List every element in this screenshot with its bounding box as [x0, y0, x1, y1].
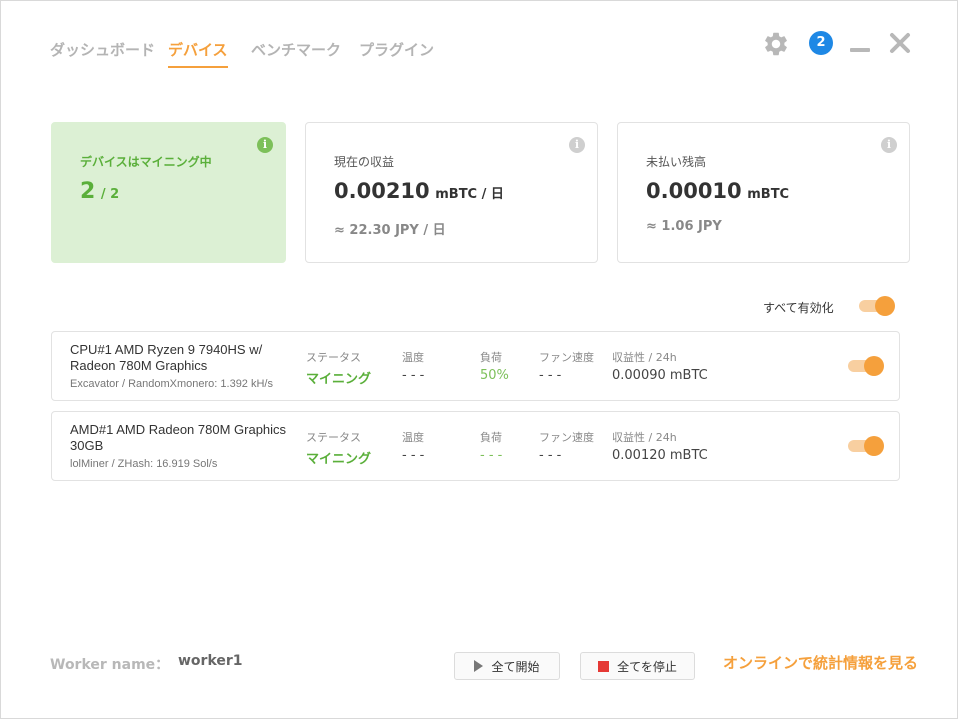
current-profit-value: 0.00210 mBTC / 日 — [334, 179, 504, 203]
unpaid-balance-card: i 未払い残高 0.00010 mBTC ≈ 1.06 JPY — [617, 122, 910, 263]
notification-badge[interactable]: 2 — [809, 31, 833, 55]
fan-header: ファン速度 — [539, 431, 594, 444]
tab-devices[interactable]: デバイス — [168, 39, 228, 68]
load-value: 50% — [480, 368, 509, 383]
device-name: AMD#1 AMD Radeon 780M Graphics 30GB — [70, 422, 287, 453]
unpaid-balance-fiat: ≈ 1.06 JPY — [646, 219, 722, 234]
profit-unit: mBTC / 日 — [435, 187, 504, 202]
temp-value: - - - — [402, 368, 425, 383]
current-profit-card: i 現在の収益 0.00210 mBTC / 日 ≈ 22.30 JPY / 日 — [305, 122, 598, 263]
status-value: マイニング — [306, 452, 372, 467]
online-stats-link[interactable]: オンラインで統計情報を見る — [723, 652, 918, 673]
tab-plugins[interactable]: プラグイン — [359, 39, 434, 66]
device-algorithm: lolMiner / ZHash: 16.919 Sol/s — [70, 458, 218, 470]
start-all-label: 全て開始 — [491, 659, 540, 674]
device-row: CPU#1 AMD Ryzen 9 7940HS w/ Radeon 780M … — [51, 331, 900, 401]
profit-header: 収益性 / 24h — [612, 431, 677, 444]
info-icon[interactable]: i — [881, 137, 897, 153]
unpaid-unit: mBTC — [747, 187, 790, 202]
mining-devices-count: 2 / 2 — [80, 179, 119, 204]
temp-header: 温度 — [402, 351, 424, 364]
play-icon — [474, 660, 484, 672]
temp-header: 温度 — [402, 431, 424, 444]
enable-all-label: すべて有効化 — [763, 301, 834, 315]
unpaid-number: 0.00010 — [646, 179, 742, 203]
info-icon[interactable]: i — [569, 137, 585, 153]
device-enable-toggle[interactable] — [848, 356, 884, 376]
mining-count-total: / 2 — [100, 187, 120, 202]
minimize-icon[interactable] — [849, 37, 871, 59]
temp-value: - - - — [402, 448, 425, 463]
profit-value: 0.00120 mBTC — [612, 448, 708, 463]
status-header: ステータス — [306, 351, 361, 364]
worker-name-value[interactable]: worker1 — [178, 653, 243, 669]
stop-all-label: 全てを停止 — [617, 659, 677, 674]
device-row: AMD#1 AMD Radeon 780M Graphics 30GB lolM… — [51, 411, 900, 481]
unpaid-balance-value: 0.00010 mBTC — [646, 179, 789, 203]
profit-value: 0.00090 mBTC — [612, 368, 708, 383]
device-name: CPU#1 AMD Ryzen 9 7940HS w/ Radeon 780M … — [70, 342, 263, 373]
stop-all-button[interactable]: 全てを停止 — [580, 652, 695, 680]
load-header: 負荷 — [480, 431, 502, 444]
app-window: ダッシュボード デバイス ベンチマーク プラグイン 2 i デバイスはマイニング… — [0, 0, 958, 719]
stop-icon — [598, 660, 610, 672]
fan-header: ファン速度 — [539, 351, 594, 364]
device-algorithm: Excavator / RandomXmonero: 1.392 kH/s — [70, 378, 273, 390]
info-icon[interactable]: i — [257, 137, 273, 153]
close-icon[interactable] — [888, 31, 912, 55]
current-profit-label: 現在の収益 — [334, 155, 395, 169]
mining-devices-card: i デバイスはマイニング中 2 / 2 — [51, 122, 286, 263]
status-header: ステータス — [306, 431, 361, 444]
unpaid-balance-label: 未払い残高 — [646, 155, 707, 169]
mining-devices-label: デバイスはマイニング中 — [80, 155, 212, 169]
fan-value: - - - — [539, 368, 562, 383]
profit-number: 0.00210 — [334, 179, 430, 203]
gear-icon[interactable] — [762, 30, 790, 58]
tab-dashboard[interactable]: ダッシュボード — [50, 39, 155, 66]
enable-all-toggle[interactable] — [859, 296, 895, 316]
load-value: - - - — [480, 448, 503, 463]
mining-count-value: 2 — [80, 179, 96, 204]
tab-benchmark[interactable]: ベンチマーク — [251, 39, 341, 66]
start-all-button[interactable]: 全て開始 — [454, 652, 560, 680]
current-profit-fiat: ≈ 22.30 JPY / 日 — [334, 223, 446, 238]
load-header: 負荷 — [480, 351, 502, 364]
fan-value: - - - — [539, 448, 562, 463]
profit-header: 収益性 / 24h — [612, 351, 677, 364]
device-enable-toggle[interactable] — [848, 436, 884, 456]
status-value: マイニング — [306, 372, 372, 387]
worker-name-label: Worker name： — [50, 657, 170, 673]
